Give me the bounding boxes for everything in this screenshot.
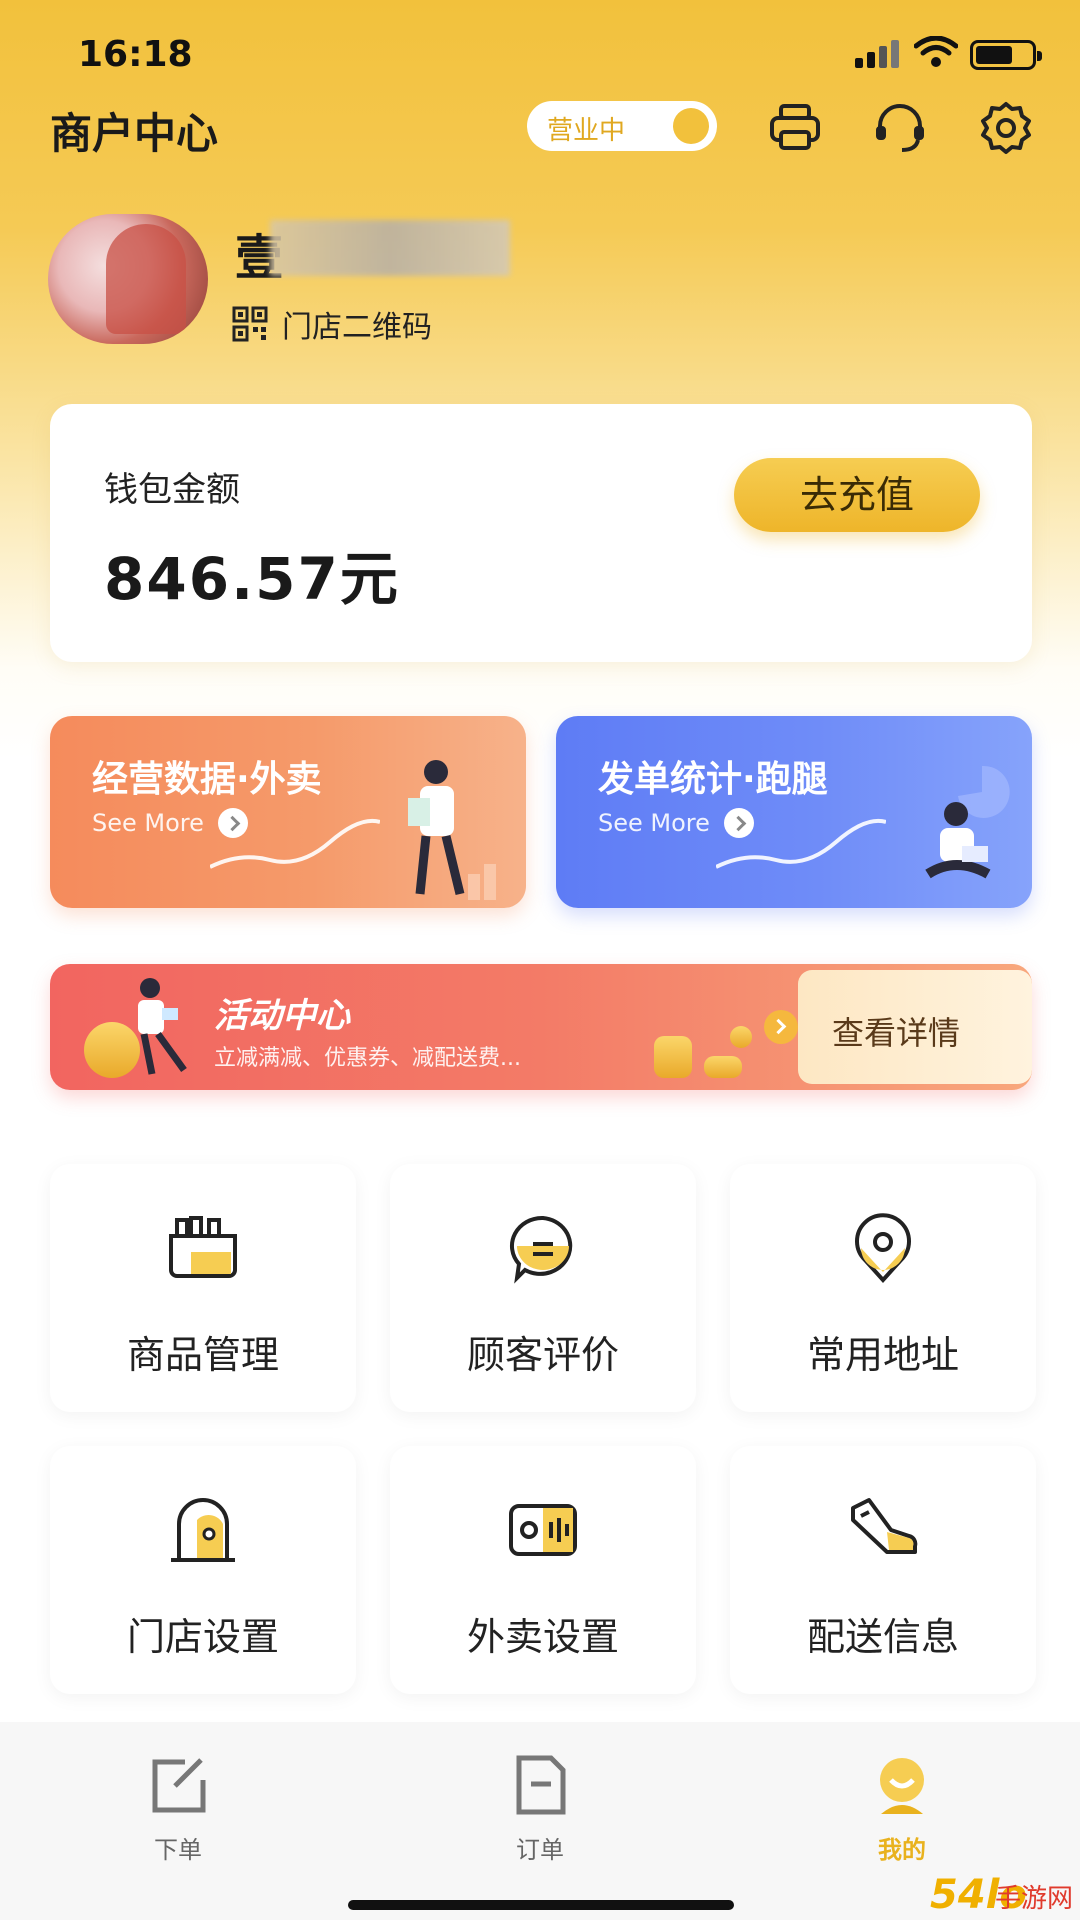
customer-service-icon[interactable]	[872, 100, 928, 156]
business-data-card[interactable]: 经营数据·外卖 See More	[50, 716, 526, 908]
order-statistics-title: 发单统计·跑腿	[598, 759, 828, 800]
see-more-label: See More	[598, 809, 710, 837]
comment-icon	[509, 1215, 573, 1284]
qr-label: 门店二维码	[282, 310, 432, 345]
tab-place-order[interactable]: 下单	[78, 1752, 278, 1865]
qr-code-icon	[232, 306, 268, 342]
see-more-label: See More	[92, 809, 204, 837]
location-icon	[855, 1213, 911, 1283]
home-indicator[interactable]	[348, 1900, 734, 1910]
grid-item-delivery-info[interactable]: 配送信息	[730, 1446, 1036, 1694]
store-qr-link[interactable]: 门店二维码	[232, 304, 432, 345]
status-time: 16:18	[78, 34, 193, 75]
takeout-icon	[509, 1504, 577, 1556]
activity-subtitle: 立减满减、优惠券、减配送费...	[214, 1046, 521, 1071]
wifi-icon	[913, 35, 959, 68]
page-title: 商户中心	[50, 109, 219, 158]
tab-orders[interactable]: 订单	[440, 1752, 640, 1865]
business-status-toggle[interactable]: 营业中	[527, 101, 717, 151]
order-statistics-card[interactable]: 发单统计·跑腿 See More	[556, 716, 1032, 908]
wallet-card: 钱包金额 846.57元 去充值	[50, 404, 1032, 662]
order-icon	[516, 1755, 566, 1815]
printer-icon[interactable]	[767, 100, 823, 156]
wave-decoration	[716, 819, 886, 869]
grid-label: 常用地址	[806, 1333, 959, 1377]
arrow-right-icon	[764, 1010, 798, 1044]
grid-item-customer-reviews[interactable]: 顾客评价	[390, 1164, 696, 1412]
wallet-label: 钱包金额	[104, 470, 240, 510]
tab-label: 下单	[154, 1836, 202, 1864]
sitting-person-illustration-icon	[925, 765, 1010, 879]
coin-stack-icon	[654, 1036, 692, 1078]
view-details-label: 查看详情	[832, 1014, 961, 1052]
grid-item-common-address[interactable]: 常用地址	[730, 1164, 1036, 1412]
grid-label: 配送信息	[806, 1615, 959, 1659]
signal-icon	[855, 40, 899, 68]
toggle-knob	[673, 108, 709, 144]
bottom-navigation: 下单 订单 我的	[0, 1722, 1080, 1920]
watermark-logo-sub: 手游网	[995, 1884, 1074, 1914]
delivery-icon	[851, 1498, 918, 1554]
grid-label: 门店设置	[126, 1615, 279, 1659]
settings-icon[interactable]	[978, 100, 1034, 156]
activity-title: 活动中心	[214, 996, 350, 1036]
wave-decoration	[210, 819, 380, 869]
battery-icon	[970, 40, 1042, 70]
person-illustration-icon	[408, 760, 496, 900]
business-data-title: 经营数据·外卖	[92, 759, 322, 800]
product-icon	[169, 1216, 237, 1278]
grid-item-product-management[interactable]: 商品管理	[50, 1164, 356, 1412]
edit-icon	[152, 1758, 206, 1813]
grid-item-takeout-settings[interactable]: 外卖设置	[390, 1446, 696, 1694]
reader-illustration-icon	[138, 978, 187, 1075]
store-name-redaction	[270, 220, 510, 276]
grid-label: 外卖设置	[466, 1615, 619, 1659]
profile-icon	[880, 1758, 924, 1814]
store-icon	[171, 1498, 235, 1562]
grid-label: 商品管理	[126, 1333, 279, 1377]
status-bar: 16:18	[0, 0, 1080, 104]
view-details-button[interactable]: 查看详情	[798, 970, 1032, 1084]
grid-label: 顾客评价	[466, 1333, 619, 1377]
tab-label: 订单	[516, 1836, 564, 1864]
wallet-amount: 846.57元	[104, 545, 400, 613]
grid-item-store-settings[interactable]: 门店设置	[50, 1446, 356, 1694]
activity-center-banner[interactable]: 活动中心 立减满减、优惠券、减配送费... 查看详情	[50, 964, 1032, 1090]
coin-icon	[730, 1026, 752, 1048]
tab-label: 我的	[878, 1836, 926, 1864]
coin-stack-icon	[704, 1056, 742, 1078]
business-status-label: 营业中	[547, 116, 626, 146]
tab-mine[interactable]: 我的	[802, 1752, 1002, 1865]
recharge-button[interactable]: 去充值	[734, 458, 980, 532]
avatar[interactable]	[48, 214, 208, 344]
